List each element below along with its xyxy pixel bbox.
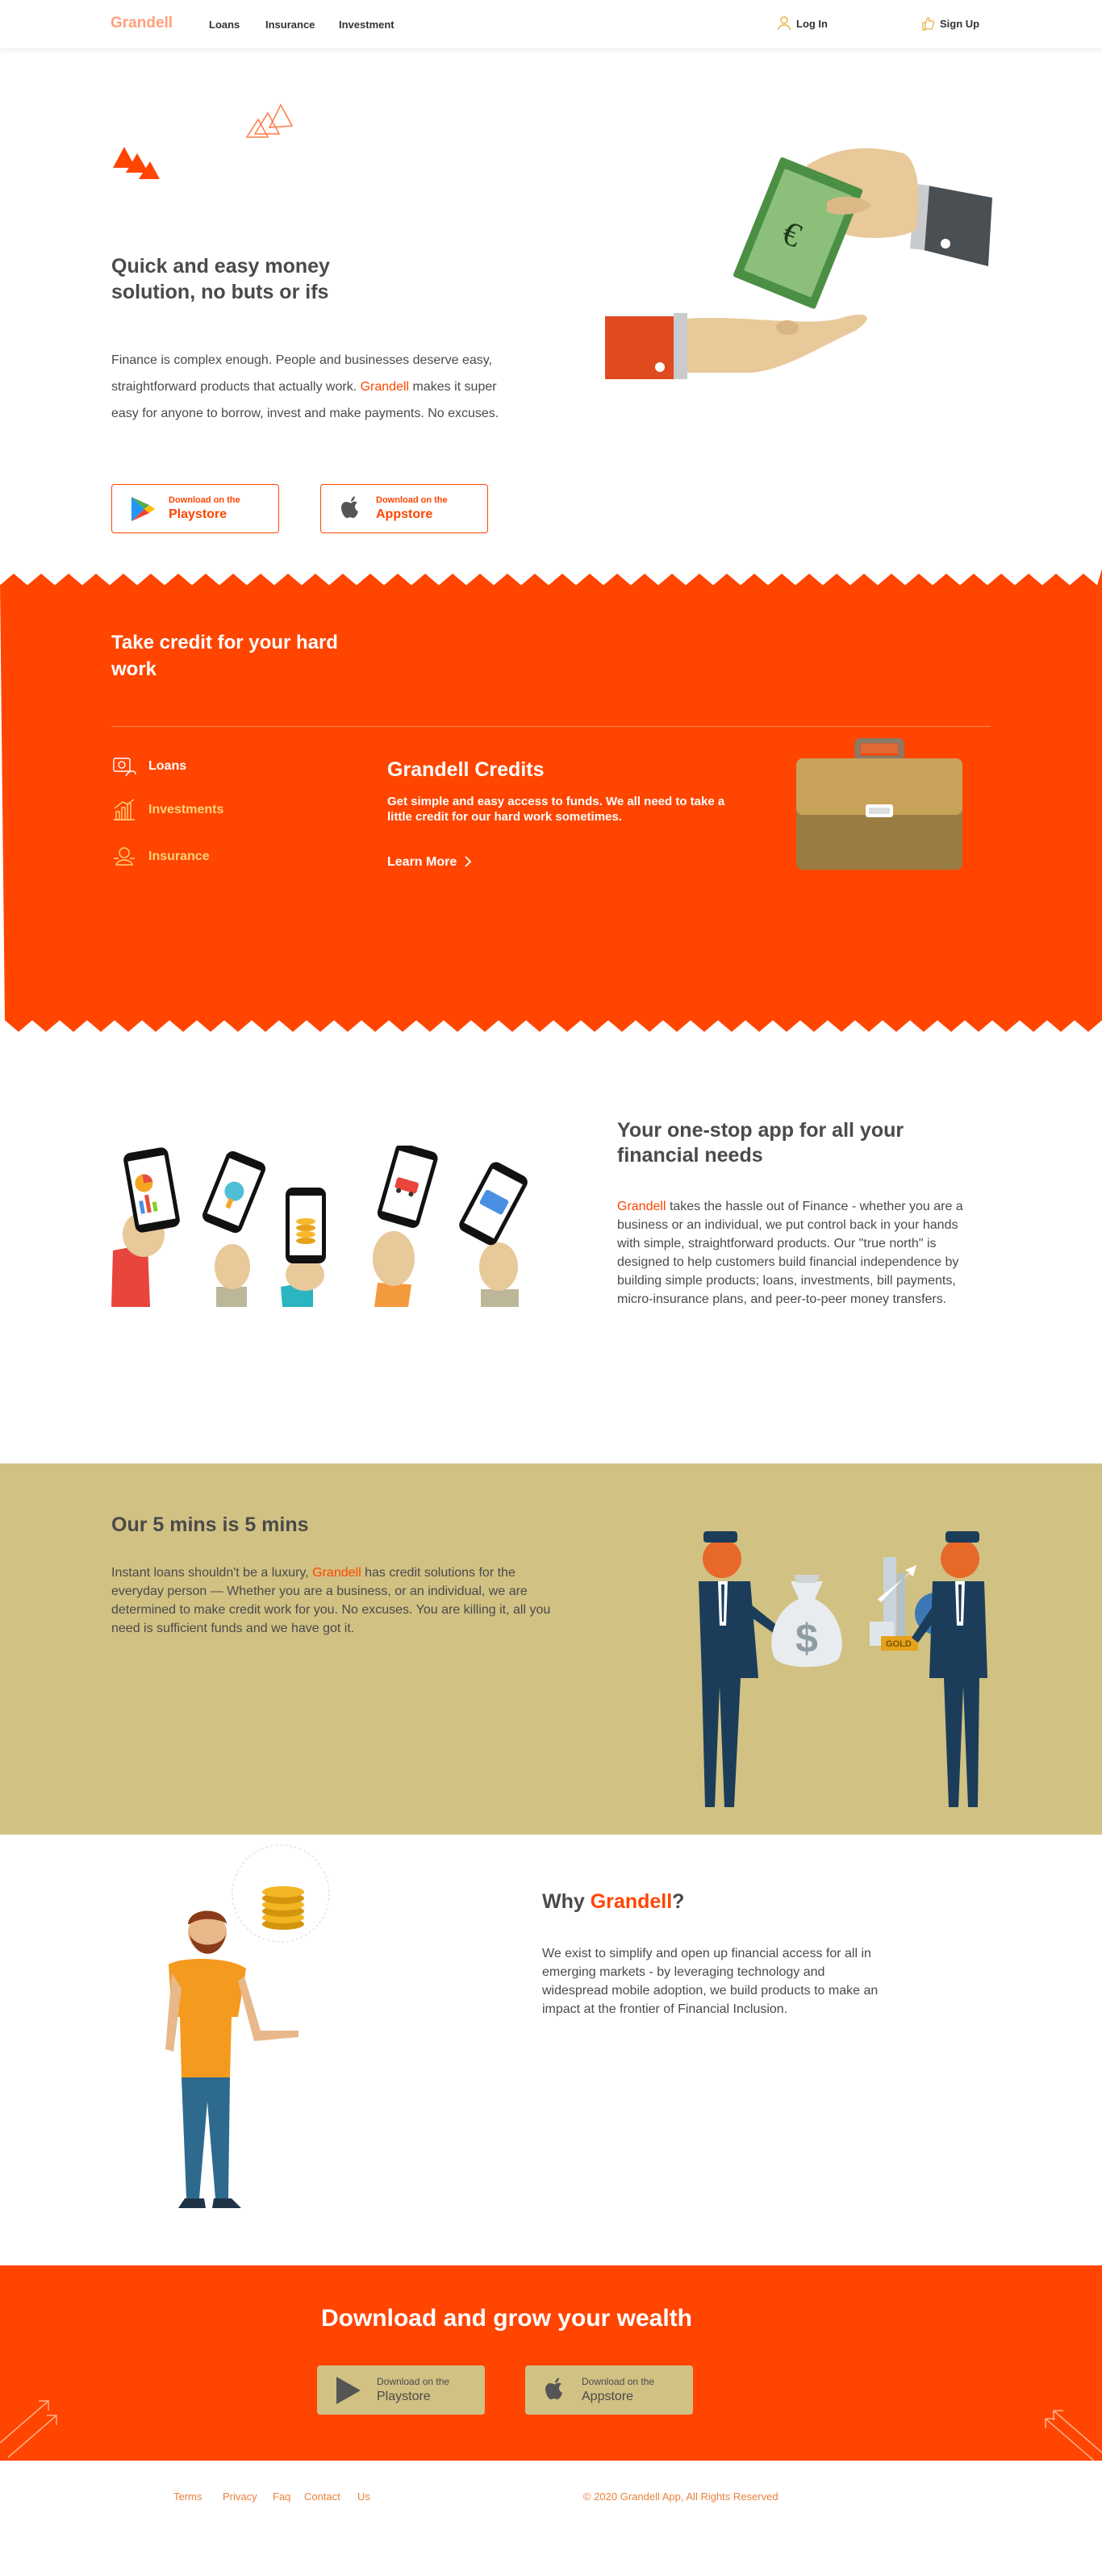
download-playstore-small-label: Download on the [377, 2376, 450, 2387]
nav-link-loans[interactable]: Loans [209, 19, 240, 31]
credits-tab-insurance-label: Insurance [148, 850, 210, 863]
onestop-title: Your one-stop app for all your financial… [617, 1119, 904, 1167]
learn-more-link[interactable]: Learn More [387, 855, 472, 870]
hero-title: Quick and easy money solution, no buts o… [111, 255, 330, 303]
appstore-big-label: Appstore [376, 507, 433, 521]
hero-brand: Grandell [360, 380, 410, 394]
credits-tab-insurance[interactable]: Insurance [111, 844, 210, 870]
footer-link-contact[interactable]: Contact [304, 2490, 340, 2503]
why-description: We exist to simplify and open up financi… [542, 1947, 879, 2016]
playstore-small-label: Download on the [169, 495, 240, 505]
appstore-button[interactable]: Download on the Appstore [320, 484, 488, 533]
footer-link-us[interactable]: Us [357, 2490, 370, 2503]
onestop-brand: Grandell [617, 1200, 666, 1213]
hero-description: Finance is complex enough. People and bu… [111, 347, 515, 427]
mins-brand: Grandell [312, 1566, 361, 1580]
svg-text:$: $ [795, 1616, 818, 1661]
playstore-icon [336, 2376, 361, 2404]
credits-tab-loans[interactable]: Loans [111, 754, 186, 779]
loans-icon [113, 758, 136, 777]
appstore-small-label: Download on the [376, 495, 448, 505]
download-title: Download and grow your wealth [320, 2305, 693, 2332]
credits-heading: Grandell Credits [387, 758, 545, 781]
mins-text-part1: Instant loans shouldn't be a luxury, [111, 1566, 309, 1580]
download-appstore-big-label: Appstore [582, 2390, 634, 2403]
arrow-decor-icon [1045, 2410, 1102, 2461]
logo[interactable]: Grandell [111, 15, 173, 32]
playstore-big-label: Playstore [169, 507, 227, 521]
download-appstore-small-label: Download on the [582, 2376, 655, 2387]
mins-description: Instant loans shouldn't be a luxury, Gra… [111, 1564, 563, 1638]
footer-link-privacy[interactable]: Privacy [223, 2490, 257, 2503]
credits-description: Get simple and easy access to funds. We … [387, 795, 725, 824]
why-title-part1: Why [542, 1890, 585, 1913]
businessmen-exchange-illustration: $ GOLD [699, 1531, 987, 1807]
learn-more-label: Learn More [387, 855, 457, 869]
chevron-right-icon [465, 856, 471, 867]
download-playstore-button[interactable]: Download on the Playstore [317, 2365, 485, 2415]
insurance-icon [114, 847, 135, 866]
why-brand: Grandell [590, 1890, 673, 1913]
investments-icon [114, 799, 135, 820]
credits-divider [111, 726, 991, 727]
login-link[interactable]: Log In [778, 16, 828, 31]
footer-link-faq[interactable]: Faq [273, 2490, 290, 2503]
onestop-text: takes the hassle out of Finance - whethe… [617, 1200, 963, 1306]
download-section-background [0, 2265, 1102, 2461]
credits-tab-investments-label: Investments [148, 803, 224, 816]
nav-link-investment[interactable]: Investment [339, 19, 394, 31]
login-user-icon [778, 16, 791, 31]
arrow-decor-icon [0, 2400, 57, 2458]
download-appstore-button[interactable]: Download on the Appstore [525, 2365, 693, 2415]
credits-tab-loans-label: Loans [148, 759, 187, 773]
phones-hands-illustration [111, 1146, 528, 1307]
top-navbar: Grandell Loans Insurance Investment Log … [0, 0, 1102, 48]
apple-icon [545, 2377, 562, 2399]
onestop-description: Grandell takes the hassle out of Finance… [617, 1197, 972, 1309]
playstore-icon [131, 496, 155, 521]
credits-title: Take credit for your hard work [111, 632, 338, 680]
signup-label: Sign Up [940, 17, 980, 30]
mins-title: Our 5 mins is 5 mins [111, 1513, 309, 1536]
playstore-button[interactable]: Download on the Playstore [111, 484, 279, 533]
briefcase-illustration [796, 738, 962, 870]
hero-money-hands-illustration: € [605, 148, 992, 379]
signup-thumb-icon [922, 17, 934, 31]
footer-link-terms[interactable]: Terms [173, 2490, 202, 2503]
footer-copyright: © 2020 Grandell App, All Rights Reserved [583, 2490, 778, 2503]
signup-link[interactable]: Sign Up [921, 16, 979, 31]
nav-link-insurance[interactable]: Insurance [265, 19, 315, 31]
hero-triangles-decor [113, 103, 294, 179]
man-with-coins-illustration [165, 1844, 330, 2208]
credits-tab-investments[interactable]: Investments [111, 797, 223, 823]
login-label: Log In [796, 17, 828, 30]
download-playstore-big-label: Playstore [377, 2390, 431, 2403]
apple-icon [341, 495, 358, 518]
gold-bar-label: GOLD [886, 1639, 912, 1649]
why-title: Why Grandell? [542, 1890, 684, 1914]
why-title-part2: ? [672, 1890, 685, 1913]
